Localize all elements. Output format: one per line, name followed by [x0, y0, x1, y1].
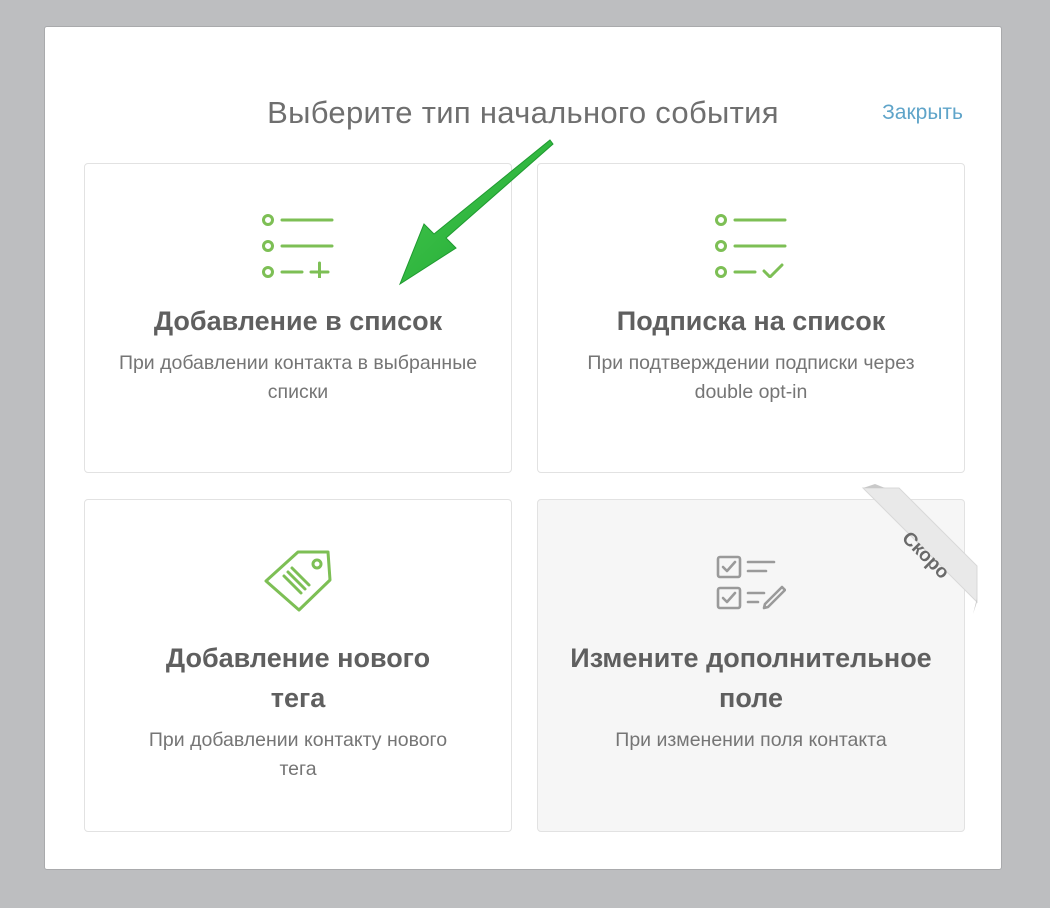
card-title: Подписка на список — [616, 306, 886, 336]
card-subscribe-to-list[interactable]: Подписка на список При подтверждении под… — [537, 163, 965, 473]
tag-icon — [264, 550, 332, 612]
list-check-icon — [715, 214, 787, 278]
card-title: Измените дополнительное поле — [570, 643, 932, 713]
card-add-to-list[interactable]: Добавление в список При добавлении конта… — [84, 163, 512, 473]
card-add-new-tag[interactable]: Добавление нового тега При добавлении ко… — [84, 499, 512, 832]
card-description: При изменении поля контакта — [615, 729, 887, 751]
card-description: При добавлении контакта в выбранные спис… — [118, 352, 478, 403]
checklist-edit-icon — [716, 555, 786, 610]
card-change-extra-field: Измените дополнительное поле При изменен… — [537, 484, 978, 832]
close-link[interactable]: Закрыть — [882, 101, 963, 125]
card-title: Добавление нового тега — [165, 643, 431, 713]
card-description: При добавлении контакту нового тега — [148, 729, 448, 780]
modal-title: Выберите тип начального события — [267, 95, 779, 130]
card-title: Добавление в список — [153, 306, 443, 336]
event-type-modal: Выберите тип начального события Закрыть … — [44, 26, 1002, 870]
list-add-icon — [262, 214, 334, 278]
card-description: При подтверждении подписки через double … — [587, 352, 915, 403]
